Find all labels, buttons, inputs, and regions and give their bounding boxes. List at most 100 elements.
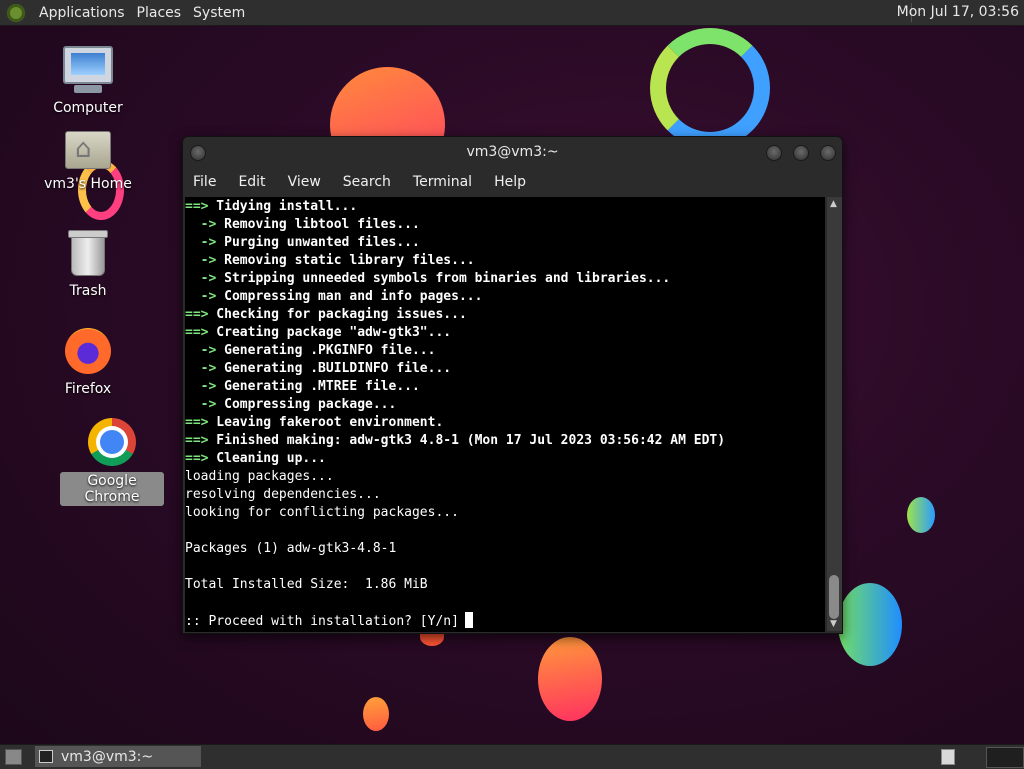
wallpaper-blue-oval — [838, 583, 902, 666]
trash-icon — [68, 230, 108, 276]
line-text: Checking for packaging issues... — [208, 307, 467, 322]
scroll-up-arrow-icon[interactable]: ▲ — [830, 199, 837, 209]
terminal-window[interactable]: vm3@vm3:~ File Edit View Search Terminal… — [182, 136, 843, 634]
terminal-output[interactable]: ==> Tidying install... -> Removing libto… — [185, 197, 825, 632]
text-cursor — [464, 612, 473, 628]
system-tray[interactable] — [986, 747, 1024, 768]
desktop-icon-label: vm3's Home — [44, 176, 132, 192]
chrome-icon — [88, 418, 136, 466]
terminal-line: -> Generating .PKGINFO file... — [185, 342, 825, 360]
terminal-line: -> Removing static library files... — [185, 252, 825, 270]
line-text: resolving dependencies... — [185, 487, 381, 502]
wallpaper-small-blue-oval — [907, 497, 935, 533]
line-prefix: -> — [185, 253, 217, 268]
desktop-icon-chrome[interactable]: Google Chrome — [60, 418, 164, 506]
computer-icon — [63, 46, 113, 84]
terminal-line: ==> Creating package "adw-gtk3"... — [185, 324, 825, 342]
line-prefix: ==> — [185, 307, 209, 322]
window-title: vm3@vm3:~ — [466, 144, 559, 160]
firefox-icon — [65, 328, 111, 374]
terminal-line: Packages (1) adw-gtk3-4.8-1 — [185, 540, 825, 558]
workspace-switcher[interactable] — [941, 749, 955, 765]
taskbar-button-terminal[interactable]: vm3@vm3:~ — [35, 746, 201, 767]
desktop-icon-computer[interactable]: Computer — [38, 46, 138, 117]
desktop-icon-firefox[interactable]: Firefox — [38, 328, 138, 398]
line-text: looking for conflicting packages... — [185, 505, 459, 520]
wallpaper-small-orange-oval — [363, 697, 389, 731]
menu-places[interactable]: Places — [131, 5, 188, 21]
menu-view[interactable]: View — [288, 174, 321, 190]
minimize-button[interactable] — [766, 145, 782, 161]
wallpaper-orange-oval — [538, 637, 602, 721]
line-text: Compressing man and info pages... — [216, 289, 483, 304]
line-prefix: -> — [185, 379, 217, 394]
clock[interactable]: Mon Jul 17, 03:56 — [897, 4, 1019, 20]
maximize-button[interactable] — [793, 145, 809, 161]
line-text: Generating .BUILDINFO file... — [216, 361, 452, 376]
menu-terminal[interactable]: Terminal — [413, 174, 472, 190]
desktop-icon-trash[interactable]: Trash — [38, 230, 138, 300]
menu-search[interactable]: Search — [343, 174, 391, 190]
wallpaper-green-ring — [650, 28, 770, 148]
line-text: Total Installed Size: 1.86 MiB — [185, 577, 428, 592]
line-prefix: -> — [185, 361, 217, 376]
terminal-line: resolving dependencies... — [185, 486, 825, 504]
line-text: Leaving fakeroot environment. — [208, 415, 444, 430]
menu-system[interactable]: System — [187, 5, 251, 21]
line-prefix: ==> — [185, 433, 209, 448]
bottom-panel: vm3@vm3:~ — [0, 744, 1024, 769]
top-panel: Applications Places System Mon Jul 17, 0… — [0, 0, 1024, 26]
desktop-icon-home[interactable]: vm3's Home — [38, 131, 138, 193]
line-text: Packages (1) adw-gtk3-4.8-1 — [185, 541, 397, 556]
desktop-icon-label: Firefox — [64, 381, 112, 397]
scrollbar-thumb[interactable] — [829, 575, 839, 619]
terminal-line: ==> Finished making: adw-gtk3 4.8-1 (Mon… — [185, 432, 825, 450]
line-prefix: -> — [185, 217, 217, 232]
line-prefix: ==> — [185, 451, 209, 466]
desktop-icon-label: Trash — [69, 283, 107, 299]
terminal-line: ==> Tidying install... — [185, 198, 825, 216]
terminal-line: -> Compressing man and info pages... — [185, 288, 825, 306]
line-text: Purging unwanted files... — [216, 235, 420, 250]
terminal-line: ==> Checking for packaging issues... — [185, 306, 825, 324]
line-text: Tidying install... — [208, 199, 358, 214]
line-prefix: -> — [185, 397, 217, 412]
distro-logo-icon[interactable] — [7, 3, 25, 22]
terminal-line: -> Generating .BUILDINFO file... — [185, 360, 825, 378]
computer-stand — [74, 85, 102, 93]
menu-file[interactable]: File — [193, 174, 216, 190]
home-folder-icon — [65, 131, 111, 169]
line-text: Compressing package... — [216, 397, 397, 412]
terminal-line: -> Stripping unneeded symbols from binar… — [185, 270, 825, 288]
show-desktop-icon[interactable] — [5, 749, 22, 765]
line-prefix: ==> — [185, 415, 209, 430]
menu-applications[interactable]: Applications — [33, 5, 131, 21]
line-text: Stripping unneeded symbols from binaries… — [216, 271, 671, 286]
terminal-line: looking for conflicting packages... — [185, 504, 825, 522]
scroll-down-arrow-icon[interactable]: ▼ — [830, 619, 837, 629]
line-text: Cleaning up... — [208, 451, 326, 466]
terminal-line: -> Purging unwanted files... — [185, 234, 825, 252]
line-text: Finished making: adw-gtk3 4.8-1 (Mon 17 … — [208, 433, 726, 448]
line-prefix: ==> — [185, 199, 209, 214]
terminal-scrollbar[interactable]: ▲ ▼ — [827, 197, 842, 631]
terminal-line: loading packages... — [185, 468, 825, 486]
taskbar-label: vm3@vm3:~ — [61, 748, 154, 765]
terminal-line: -> Generating .MTREE file... — [185, 378, 825, 396]
terminal-line: :: Proceed with installation? [Y/n] — [185, 612, 825, 630]
line-text: Removing libtool files... — [216, 217, 420, 232]
line-text: :: Proceed with installation? [Y/n] — [185, 614, 459, 629]
menu-edit[interactable]: Edit — [238, 174, 265, 190]
menu-help[interactable]: Help — [494, 174, 526, 190]
terminal-icon — [39, 750, 53, 763]
line-prefix: -> — [185, 235, 217, 250]
close-button[interactable] — [820, 145, 836, 161]
line-prefix: -> — [185, 343, 217, 358]
window-titlebar[interactable]: vm3@vm3:~ — [183, 137, 842, 167]
line-text: Generating .MTREE file... — [216, 379, 420, 394]
terminal-line: ==> Leaving fakeroot environment. — [185, 414, 825, 432]
terminal-line: -> Compressing package... — [185, 396, 825, 414]
desktop-icon-label: Computer — [53, 100, 123, 116]
